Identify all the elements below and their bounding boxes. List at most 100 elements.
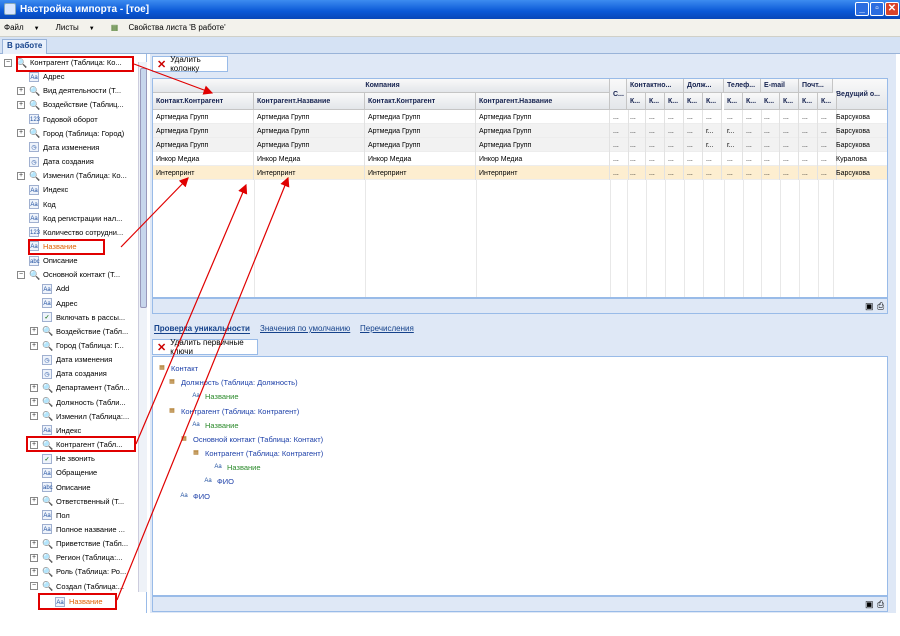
expand-icon[interactable]: +: [17, 86, 25, 95]
scrollbar-thumb[interactable]: [140, 68, 147, 308]
expand-icon[interactable]: +: [30, 553, 38, 562]
tree-item[interactable]: + 🔍 Город (Таблица: Г...: [30, 339, 124, 352]
grid-line: [254, 180, 255, 297]
tree-item[interactable]: Aa Индекс: [17, 183, 68, 196]
expand-icon[interactable]: +: [30, 497, 38, 506]
tree-item[interactable]: Aa Полное название ...: [30, 523, 125, 536]
tree-item[interactable]: Aa Код: [17, 198, 56, 211]
collapse-icon[interactable]: −: [30, 582, 38, 591]
tree-item[interactable]: − 🔍 Основной контакт (Т...: [17, 268, 120, 281]
tree-item[interactable]: abc Описание: [17, 254, 78, 267]
tree-item[interactable]: Aa Пол: [30, 509, 70, 522]
tree-item[interactable]: + 🔍 Департамент (Табл...: [30, 381, 130, 394]
menu-sheets[interactable]: Листы ▼: [56, 23, 103, 32]
save-icon[interactable]: ▣: [865, 301, 874, 312]
table-cell: ...: [761, 166, 780, 180]
table-cell: ...: [761, 152, 780, 166]
table-cell: ...: [724, 110, 743, 124]
tree-item[interactable]: Aa Адрес: [30, 297, 77, 310]
print-icon[interactable]: ⎙: [877, 599, 884, 610]
key-tree-item[interactable]: ▦ Должность (Таблица: Должность): [167, 377, 297, 387]
tree-item[interactable]: + 🔍 Изменил (Таблица: Ко...: [17, 169, 127, 182]
key-tree-item[interactable]: Aa ФИО: [179, 491, 210, 501]
tree-item[interactable]: + 🔍 Город (Таблица: Город): [17, 127, 124, 140]
key-tree-item[interactable]: Aa ФИО: [203, 476, 234, 486]
tree-item[interactable]: ◷ Дата создания: [30, 367, 107, 380]
grid-line: [610, 180, 611, 297]
table-cell: Инкор Медиа: [365, 152, 476, 166]
tab-uniqueness[interactable]: Проверка уникальности: [154, 324, 250, 334]
sheet-properties-button[interactable]: ▦ Свойства листа 'В работе': [111, 23, 234, 32]
expand-icon[interactable]: +: [30, 412, 38, 421]
tree-item-label: Дата изменения: [43, 142, 100, 152]
tree-item[interactable]: 123 Годовой оборот: [17, 113, 98, 126]
tree-item[interactable]: Aa Add: [30, 282, 69, 295]
save-icon[interactable]: ▣: [865, 599, 874, 610]
sheet-properties-icon: ▦: [110, 23, 119, 32]
expand-icon[interactable]: +: [30, 341, 38, 350]
delete-keys-button[interactable]: ✕ Удалить первичные ключи: [152, 338, 258, 356]
key-tree-item[interactable]: ▦ Основной контакт (Таблица: Контакт): [179, 434, 323, 444]
tree-item[interactable]: Aa Адрес: [17, 70, 64, 83]
tree-item[interactable]: abc Описание: [30, 481, 91, 494]
search-icon: 🔍: [42, 538, 54, 549]
expand-icon[interactable]: +: [30, 567, 38, 576]
tree-item[interactable]: + 🔍 Воздействие (Таблиц...: [17, 98, 124, 111]
tree-scrollbar[interactable]: [138, 62, 147, 592]
tree-item[interactable]: + 🔍 Должность (Табли...: [30, 396, 126, 409]
tree-item[interactable]: + 🔍 Регион (Таблица:...: [30, 551, 122, 564]
tree-item[interactable]: ✓ Не звонить: [30, 452, 95, 465]
key-tree-item[interactable]: Aa Название: [191, 391, 238, 401]
tab-enums[interactable]: Перечисления: [360, 324, 414, 333]
collapse-icon[interactable]: −: [4, 58, 12, 67]
maximize-button[interactable]: ▫: [870, 2, 884, 16]
expand-icon[interactable]: +: [30, 383, 38, 392]
expand-icon[interactable]: +: [17, 129, 25, 138]
column-header: Контрагент.Название: [254, 93, 365, 110]
tree-item[interactable]: + 🔍 Воздействие (Табл...: [30, 325, 128, 338]
key-tree-item[interactable]: Aa Название: [191, 420, 238, 430]
expand-icon[interactable]: +: [17, 171, 25, 180]
tree-item[interactable]: ✓ Включать в рассы...: [30, 311, 125, 324]
tree-item[interactable]: Aa Код регистрации нал...: [17, 212, 122, 225]
tree-item[interactable]: Aa Обращение: [30, 466, 97, 479]
tree-item[interactable]: + 🔍 Роль (Таблица: Ро...: [30, 565, 126, 578]
tree-item-label: Город (Таблица: Город): [43, 128, 125, 138]
tab-in-work[interactable]: В работе: [2, 39, 48, 54]
annotation-box: [28, 239, 105, 255]
key-tree-item[interactable]: ▦ Контрагент (Таблица: Контрагент): [167, 406, 299, 416]
key-tree-item[interactable]: ▦ Контакт: [157, 363, 198, 373]
delete-keys-label: Удалить первичные ключи: [170, 338, 244, 356]
delete-column-button[interactable]: ✕ Удалить колонку: [152, 55, 228, 73]
table-cell: ...: [761, 124, 780, 138]
tree-item[interactable]: + 🔍 Приветствие (Табл...: [30, 537, 128, 550]
tree-item[interactable]: − 🔍 Создал (Таблица:...: [30, 580, 124, 593]
close-button[interactable]: ✕: [885, 2, 899, 16]
tree-item[interactable]: Aa Индекс: [30, 424, 81, 437]
tree-item[interactable]: ◷ Дата изменения: [30, 353, 112, 366]
tree-item[interactable]: 123 Количество сотрудни...: [17, 226, 123, 239]
table-cell: ...: [665, 138, 684, 152]
minimize-button[interactable]: _: [855, 2, 869, 16]
key-tree-item[interactable]: Aa Название: [213, 462, 260, 472]
expand-icon[interactable]: +: [30, 539, 38, 548]
search-icon: 🔍: [29, 170, 41, 181]
menu-file[interactable]: Файл ▼: [4, 23, 48, 32]
table-cell: Артмедиа Групп: [476, 124, 610, 138]
collapse-icon[interactable]: −: [17, 270, 25, 279]
tree-item[interactable]: ◷ Дата создания: [17, 155, 94, 168]
column-group-header: Телеф...: [724, 79, 761, 93]
tree-item[interactable]: + 🔍 Вид деятельности (Т...: [17, 84, 121, 97]
key-tree-item[interactable]: ▦ Контрагент (Таблица: Контрагент): [191, 448, 323, 458]
print-icon[interactable]: ⎙: [877, 301, 884, 312]
tree-item-label: Вид деятельности (Т...: [43, 86, 122, 96]
expand-icon[interactable]: +: [30, 327, 38, 336]
tab-defaults[interactable]: Значения по умолчанию: [260, 324, 350, 333]
tree-item[interactable]: + 🔍 Изменил (Таблица:...: [30, 410, 129, 423]
tree-item[interactable]: ◷ Дата изменения: [17, 141, 99, 154]
expand-icon[interactable]: +: [30, 398, 38, 407]
grid-line: [818, 180, 819, 297]
text-field-icon: Aa: [29, 184, 39, 195]
expand-icon[interactable]: +: [17, 100, 25, 109]
tree-item[interactable]: + 🔍 Ответственный (Т...: [30, 495, 124, 508]
